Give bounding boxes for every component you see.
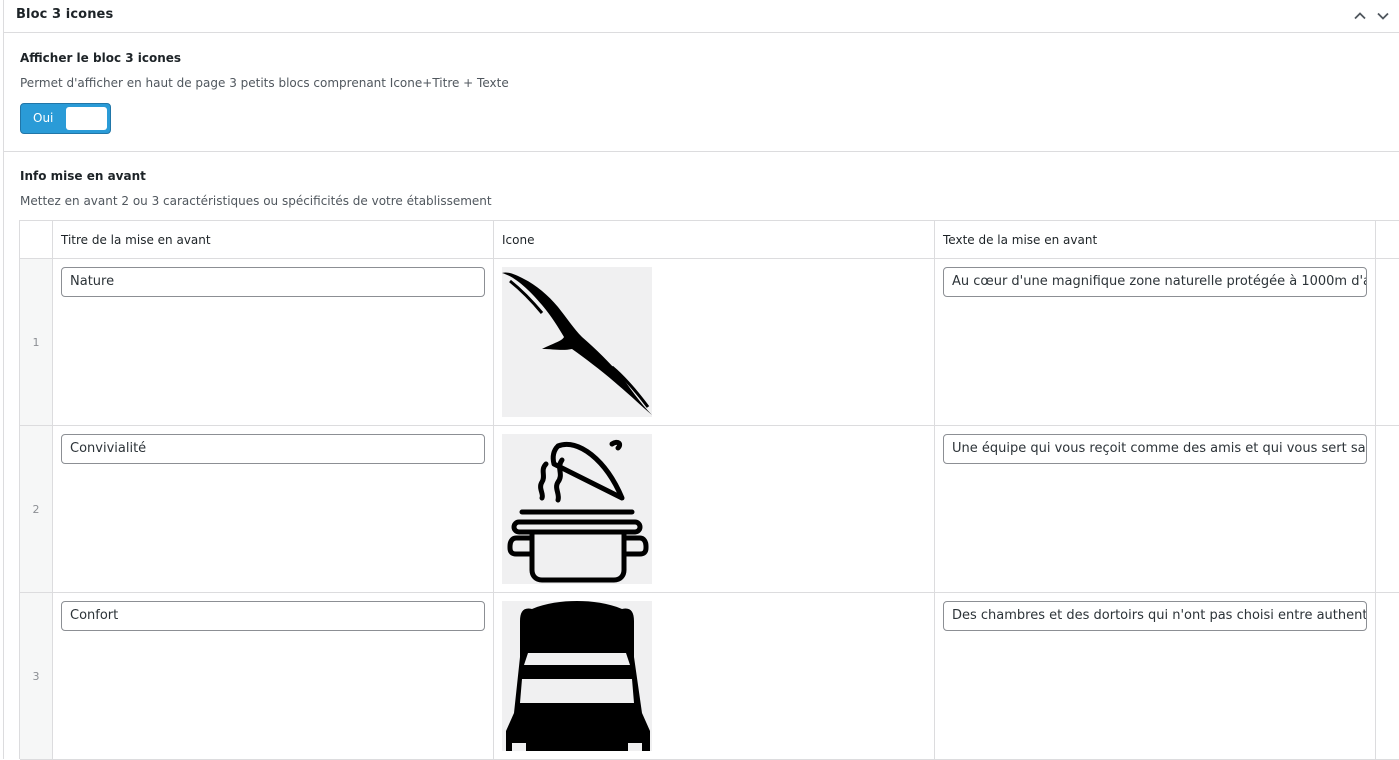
text-cell: Une équipe qui vous reçoit comme des ami…: [935, 426, 1376, 592]
repeater-field: Info mise en avant Mettez en avant 2 ou …: [4, 152, 1399, 760]
title-cell: Nature: [53, 259, 494, 425]
table-header: Titre de la mise en avant Icone Texte de…: [20, 221, 1399, 259]
row-number[interactable]: 1: [20, 259, 53, 425]
bed-icon: [506, 601, 650, 751]
column-header-title: Titre de la mise en avant: [53, 221, 494, 258]
move-down-button[interactable]: [1372, 5, 1394, 27]
repeater-description: Mettez en avant 2 ou 3 caractéristiques …: [20, 194, 492, 208]
title-cell: Confort: [53, 593, 494, 759]
table-row: 2 Convivialité Une équipe qui vous reçoi…: [20, 426, 1399, 593]
repeater-table: Titre de la mise en avant Icone Texte de…: [19, 220, 1399, 760]
text-cell: Au cœur d'une magnifique zone naturelle …: [935, 259, 1376, 425]
text-input[interactable]: Une équipe qui vous reçoit comme des ami…: [943, 434, 1367, 464]
icon-image[interactable]: [502, 434, 652, 584]
panel-title: Bloc 3 icones: [16, 7, 114, 22]
panel-header: Bloc 3 icones: [4, 0, 1399, 33]
text-input[interactable]: Au cœur d'une magnifique zone naturelle …: [943, 267, 1367, 297]
title-input[interactable]: Nature: [61, 267, 485, 297]
chevron-down-icon: [1377, 12, 1389, 20]
table-row: 3 Confort Des chambres et des dortoirs q…: [20, 593, 1399, 760]
column-header-icon: Icone: [494, 221, 935, 258]
collapse-button[interactable]: [1349, 5, 1371, 27]
toggle-field-label: Afficher le bloc 3 icones: [20, 51, 182, 65]
repeater-label: Info mise en avant: [20, 169, 146, 183]
icon-cell: [494, 593, 935, 759]
text-input[interactable]: Des chambres et des dortoirs qui n'ont p…: [943, 601, 1367, 631]
row-number[interactable]: 3: [20, 593, 53, 759]
title-input[interactable]: Confort: [61, 601, 485, 631]
toggle-knob: [66, 107, 107, 130]
icon-image[interactable]: [502, 267, 652, 417]
toggle-field: Afficher le bloc 3 icones Permet d'affic…: [4, 34, 1399, 152]
eagle-icon: [502, 272, 652, 415]
icon-image[interactable]: [502, 601, 652, 751]
icon-cell: [494, 426, 935, 592]
cooking-pot-icon: [507, 439, 649, 583]
text-cell: Des chambres et des dortoirs qui n'ont p…: [935, 593, 1376, 759]
row-number[interactable]: 2: [20, 426, 53, 592]
toggle-field-description: Permet d'afficher en haut de page 3 peti…: [20, 76, 509, 90]
icon-cell: [494, 259, 935, 425]
column-header-text: Texte de la mise en avant: [935, 221, 1376, 258]
toggle-label: Oui: [33, 111, 54, 125]
chevron-up-icon: [1354, 12, 1366, 20]
table-row: 1 Nature Au cœur d'une magnifique zone n…: [20, 259, 1399, 426]
row-number-header: [20, 221, 53, 258]
title-cell: Convivialité: [53, 426, 494, 592]
show-block-toggle[interactable]: Oui: [20, 103, 111, 134]
title-input[interactable]: Convivialité: [61, 434, 485, 464]
bloc-3-icones-panel: Bloc 3 icones Afficher le bloc 3 icones …: [3, 0, 1399, 760]
